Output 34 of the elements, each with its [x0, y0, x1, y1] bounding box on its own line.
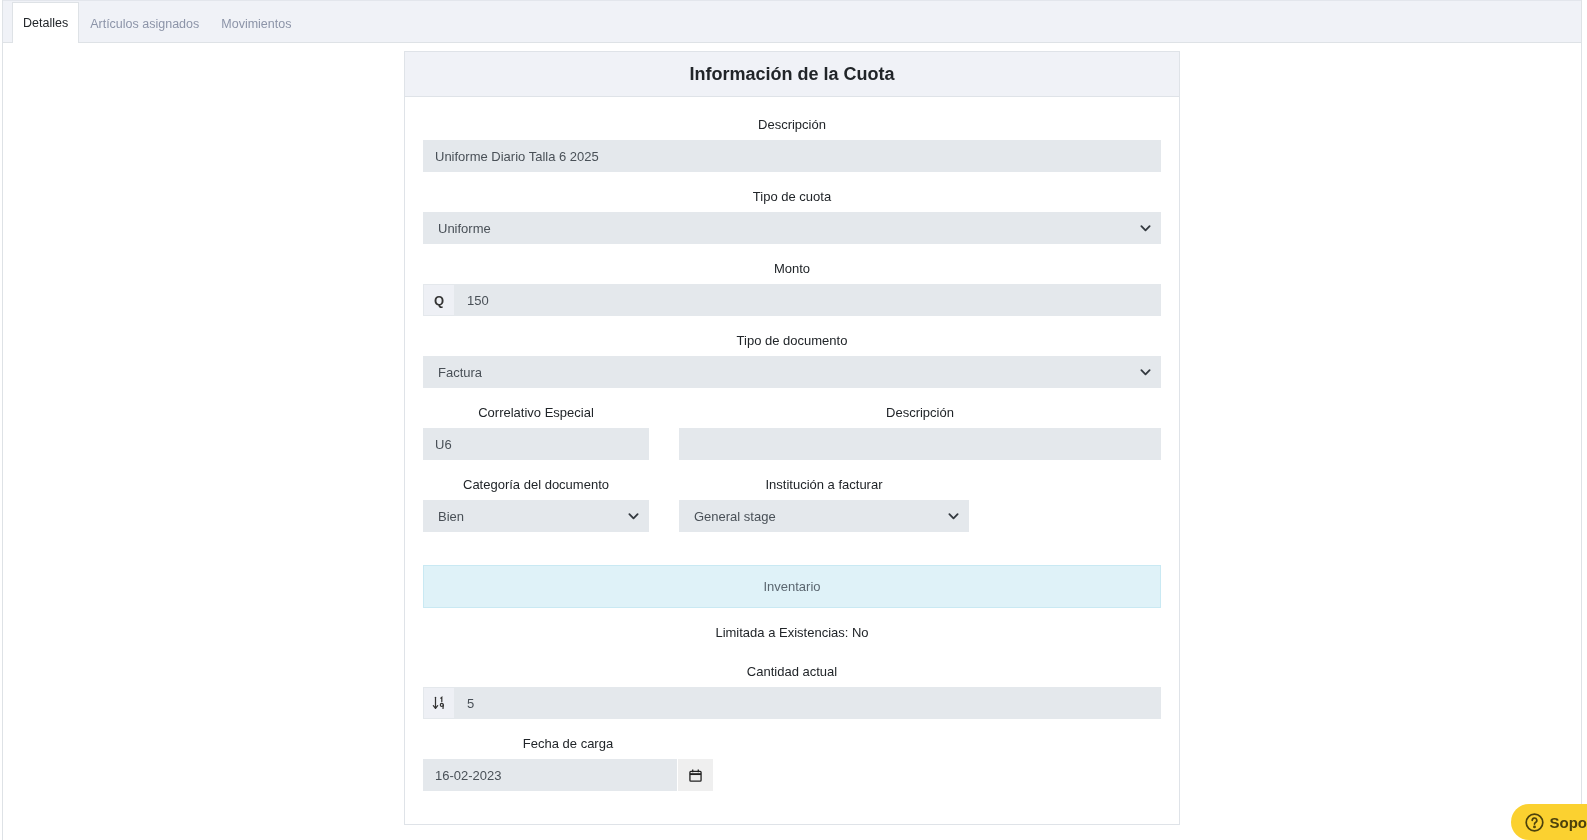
calendar-icon [689, 768, 702, 782]
help-icon [1524, 812, 1544, 832]
field-label: Institución a facturar [764, 476, 884, 494]
text-field[interactable]: U6 [423, 428, 649, 460]
currency-prefix: Q [423, 284, 455, 316]
number-field[interactable]: 5 [455, 687, 1161, 719]
chevron-down-icon [1140, 366, 1151, 378]
calendar-button[interactable] [678, 759, 713, 791]
field-label: Tipo de cuota [751, 188, 833, 206]
field-label: Correlativo Especial [477, 404, 595, 422]
amount-field[interactable]: 150 [455, 284, 1161, 316]
dropdown[interactable]: Factura [423, 356, 1161, 388]
stock-limit-text: Limitada a Existencias: No [714, 624, 870, 642]
field-label: Cantidad actual [745, 663, 839, 681]
support-button[interactable]: Sopo [1510, 804, 1587, 840]
chevron-down-icon [628, 510, 639, 522]
date-field[interactable]: 16-02-2023 [423, 759, 677, 791]
text-field[interactable]: Uniforme Diario Talla 6 2025 [423, 140, 1161, 172]
section-banner: Inventario [423, 565, 1161, 608]
dropdown[interactable]: Bien [423, 500, 649, 532]
field-label: Fecha de carga [521, 735, 615, 753]
field-label: Categoría del documento [462, 476, 610, 494]
dropdown[interactable]: Uniforme [423, 212, 1161, 244]
chevron-down-icon [948, 510, 959, 522]
field-label: Descripción [757, 116, 827, 134]
card-title: Información de la Cuota [689, 63, 895, 85]
tab[interactable]: Detalles [12, 2, 80, 43]
text-field[interactable] [679, 428, 1161, 460]
field-label: Tipo de documento [735, 332, 849, 350]
field-label: Monto [772, 260, 812, 278]
chevron-down-icon [1140, 222, 1151, 234]
sort-down-icon [432, 696, 446, 710]
field-label: Descripción [885, 404, 955, 422]
dropdown[interactable]: General stage [679, 500, 969, 532]
